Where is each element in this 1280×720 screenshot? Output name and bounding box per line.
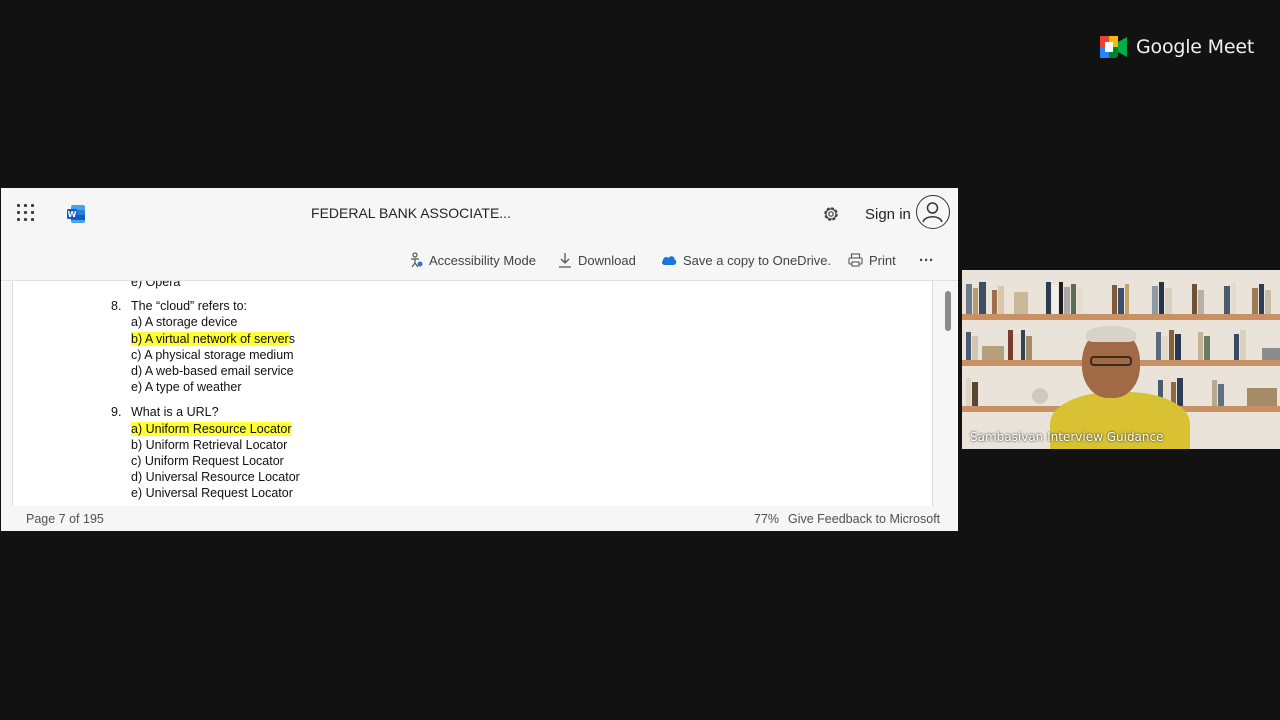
question-9-option-b: b) Uniform Retrieval Locator <box>131 438 288 452</box>
option-b-tail: s <box>288 332 295 346</box>
participant-glasses <box>1090 356 1132 366</box>
print-label: Print <box>869 252 896 268</box>
question-8-option-a: a) A storage device <box>131 315 238 329</box>
word-header: W FEDERAL BANK ASSOCIATE... Sign in <box>1 188 958 240</box>
google-meet-logo: Google Meet <box>1100 34 1254 60</box>
accessibility-icon <box>411 252 423 268</box>
question-9-option-c: c) Uniform Request Locator <box>131 454 284 468</box>
participant-name: Sambasivan Interview Guidance <box>970 430 1164 444</box>
vertical-scrollbar[interactable] <box>945 291 951 331</box>
highlighted-answer: b) A virtual network of server <box>131 332 289 346</box>
document-title[interactable]: FEDERAL BANK ASSOCIATE... <box>301 205 521 221</box>
question-8-number: 8. <box>111 299 122 313</box>
download-label: Download <box>578 252 636 268</box>
question-8-text: The “cloud” refers to: <box>131 299 248 313</box>
word-app-icon[interactable]: W <box>66 204 86 224</box>
accessibility-mode-label: Accessibility Mode <box>429 252 536 268</box>
google-meet-icon <box>1100 36 1127 58</box>
download-icon <box>559 253 571 268</box>
print-icon <box>848 253 863 267</box>
give-feedback-link[interactable]: Give Feedback to Microsoft <box>788 512 940 526</box>
question-8-option-e: e) A type of weather <box>131 380 242 394</box>
document-page: e) Opera 8. The “cloud” refers to: a) A … <box>12 281 933 506</box>
save-to-onedrive-label: Save a copy to OneDrive. <box>683 252 832 268</box>
svg-text:W: W <box>68 210 77 219</box>
document-viewport[interactable]: e) Opera 8. The “cloud” refers to: a) A … <box>1 281 958 506</box>
participant-hair <box>1086 326 1136 342</box>
question-8-option-b: b) A virtual network of servers <box>131 331 295 347</box>
participant-video-tile[interactable]: Sambasivan Interview Guidance <box>962 270 1280 449</box>
accessibility-mode-button[interactable]: Accessibility Mode <box>409 250 536 270</box>
sign-in-link[interactable]: Sign in <box>865 206 911 223</box>
question-9-option-d: d) Universal Resource Locator <box>131 470 300 484</box>
previous-question-tail: e) Opera <box>131 281 181 289</box>
page-counter: Page 7 of 195 <box>26 512 104 526</box>
app-launcher-icon[interactable] <box>17 204 37 224</box>
question-9-number: 9. <box>111 405 122 419</box>
google-meet-brand: Google Meet <box>1136 36 1255 58</box>
more-options-button[interactable]: ··· <box>919 250 934 270</box>
account-avatar-icon[interactable] <box>916 195 950 229</box>
print-button[interactable]: Print <box>848 250 896 270</box>
question-9-option-e: e) Universal Request Locator <box>131 486 293 500</box>
status-bar: Page 7 of 195 77% Give Feedback to Micro… <box>1 506 958 531</box>
zoom-level[interactable]: 77% <box>754 512 779 526</box>
question-8-option-d: d) A web-based email service <box>131 364 294 378</box>
question-8-option-c: c) A physical storage medium <box>131 348 294 362</box>
save-to-onedrive-button[interactable]: Save a copy to OneDrive. <box>661 250 831 270</box>
question-9-text: What is a URL? <box>131 405 219 419</box>
question-9-option-a: a) Uniform Resource Locator <box>131 421 292 437</box>
download-button[interactable]: Download <box>558 250 636 270</box>
highlighted-answer: a) Uniform Resource Locator <box>131 422 292 436</box>
word-toolbar: Accessibility Mode Download Save a copy … <box>1 240 958 281</box>
onedrive-cloud-icon <box>661 256 677 265</box>
settings-gear-icon[interactable] <box>821 204 841 224</box>
word-viewer-window: W FEDERAL BANK ASSOCIATE... Sign in Acce… <box>1 188 958 531</box>
